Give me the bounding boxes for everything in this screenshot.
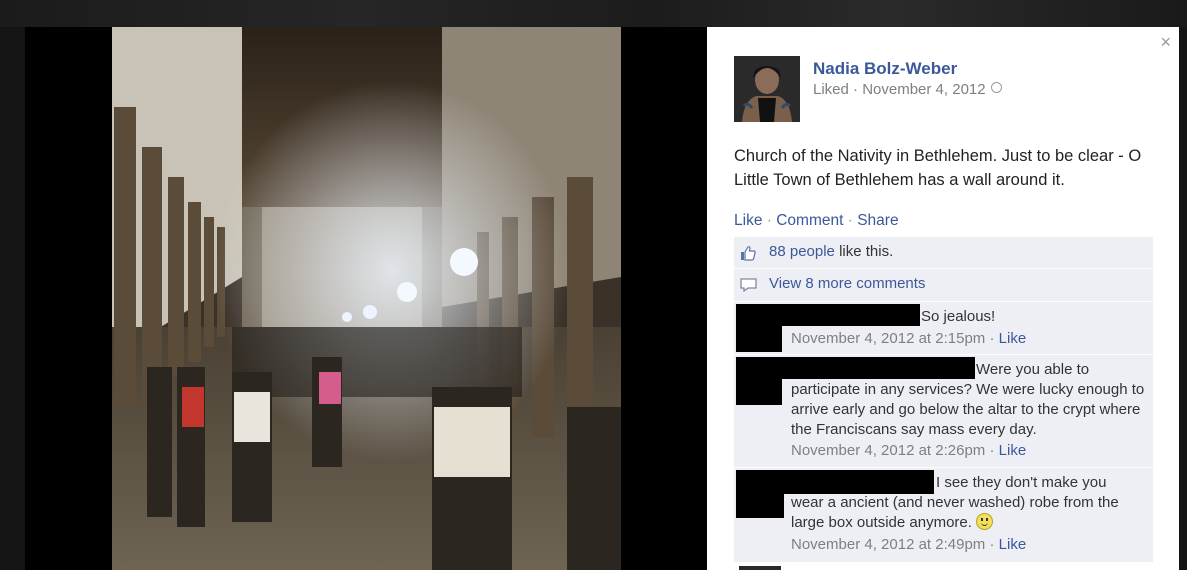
post-meta-text: Liked · November 4, 2012 bbox=[813, 81, 986, 98]
redacted-name bbox=[780, 357, 975, 379]
comment-item: I see they don't make you wear a ancient… bbox=[734, 468, 1153, 563]
comment-text-rest: participate in any services? We were luc… bbox=[791, 381, 1145, 438]
post-text: Church of the Nativity in Bethlehem. Jus… bbox=[734, 147, 1142, 189]
redacted-avatar bbox=[736, 304, 782, 352]
church-interior-image bbox=[112, 27, 621, 570]
post-meta: Liked · November 4, 2012 bbox=[813, 81, 1002, 98]
comment-item: Were you able to participate in any serv… bbox=[734, 355, 1153, 468]
globe-icon bbox=[990, 82, 1002, 93]
lightbox-backdrop bbox=[0, 0, 1187, 27]
comment-like-link[interactable]: Like bbox=[999, 330, 1027, 347]
thumbs-up-icon bbox=[741, 246, 756, 261]
redacted-avatar bbox=[736, 357, 782, 405]
share-link[interactable]: Share bbox=[857, 212, 898, 229]
photo-stage bbox=[25, 27, 707, 570]
author-avatar[interactable] bbox=[734, 56, 800, 122]
likes-suffix: like this. bbox=[834, 243, 894, 260]
comment-item: So jealous! November 4, 2012 at 2:15pm ·… bbox=[734, 302, 1153, 355]
like-link[interactable]: Like bbox=[734, 212, 762, 229]
author-name-link[interactable]: Nadia Bolz-Weber bbox=[813, 59, 957, 79]
redacted-avatar bbox=[736, 470, 784, 518]
comment-meta: November 4, 2012 at 2:15pm · Like bbox=[791, 330, 1027, 347]
view-more-comments-link[interactable]: View 8 more comments bbox=[769, 275, 925, 292]
post-detail-panel: × Nadia Bolz-Weber Liked · November 4, 2… bbox=[707, 27, 1179, 570]
profile-photo-image bbox=[734, 56, 800, 122]
view-more-comments-row: View 8 more comments bbox=[734, 269, 1153, 302]
comment-text-line1: Were you able to bbox=[976, 361, 1090, 378]
comment-timestamp: November 4, 2012 at 2:15pm bbox=[791, 330, 986, 347]
post-photo[interactable] bbox=[112, 27, 621, 570]
comment-link[interactable]: Comment bbox=[776, 212, 843, 229]
redacted-name bbox=[780, 304, 920, 326]
comment-meta: November 4, 2012 at 2:49pm · Like bbox=[791, 536, 1027, 553]
feedback-box: 88 people like this. View 8 more comment… bbox=[734, 237, 1153, 563]
comment-timestamp: November 4, 2012 at 2:49pm bbox=[791, 536, 986, 553]
likes-summary: 88 people like this. bbox=[769, 243, 893, 260]
comment-meta: November 4, 2012 at 2:26pm · Like bbox=[791, 442, 1027, 459]
smiley-icon bbox=[976, 513, 994, 530]
comment-text: So jealous! bbox=[921, 308, 996, 325]
close-icon[interactable]: × bbox=[1160, 33, 1171, 51]
comment-like-link[interactable]: Like bbox=[999, 442, 1027, 459]
likes-summary-row: 88 people like this. bbox=[734, 237, 1153, 269]
comment-timestamp: November 4, 2012 at 2:26pm bbox=[791, 442, 986, 459]
comment-bubble-icon bbox=[740, 278, 757, 292]
next-comment-avatar-partial bbox=[739, 566, 781, 570]
comment-text-rest-wrap: wear a ancient (and never washed) robe f… bbox=[791, 493, 1153, 533]
redacted-name bbox=[782, 470, 934, 494]
comment-text-rest: wear a ancient (and never washed) robe f… bbox=[791, 494, 1119, 531]
likers-link[interactable]: 88 people bbox=[769, 243, 835, 260]
comment-like-link[interactable]: Like bbox=[999, 536, 1027, 553]
action-separator: · bbox=[766, 212, 772, 229]
post-actions: Like · Comment · Share bbox=[734, 212, 899, 230]
action-separator: · bbox=[847, 212, 853, 229]
view-more-comments: View 8 more comments bbox=[769, 275, 925, 292]
comment-text-line1: I see they don't make you bbox=[936, 474, 1107, 491]
